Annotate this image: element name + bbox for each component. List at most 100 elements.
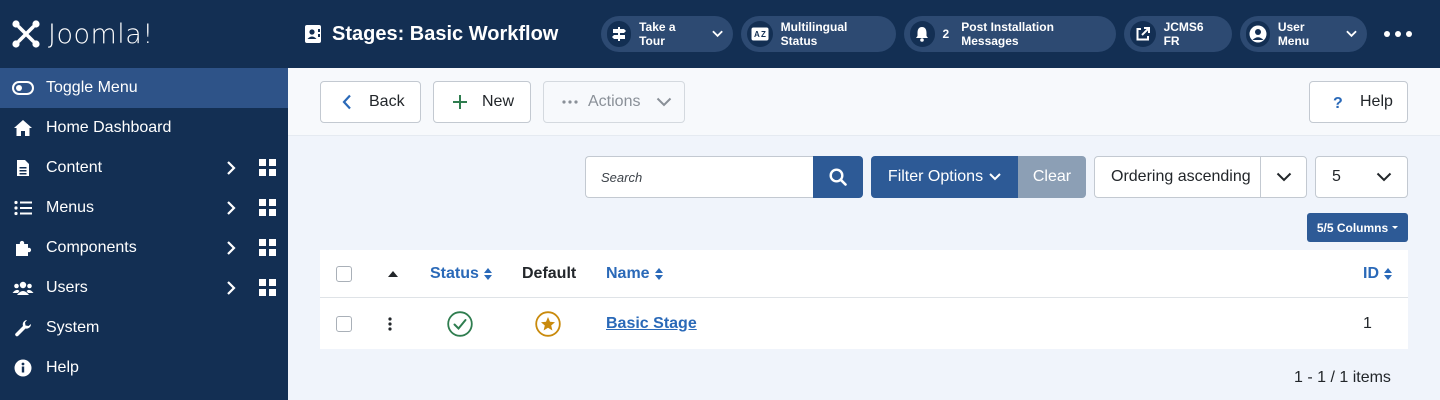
sort-status-link[interactable]: Status [430, 265, 493, 283]
chevron-down-icon [1276, 172, 1291, 182]
top-header: Joomla! Stages: Basic Workflow Take a To… [0, 0, 1440, 68]
site-link-button[interactable]: JCMS6 FR [1124, 16, 1232, 52]
chevron-down-icon [712, 30, 723, 38]
actions-dropdown[interactable]: Actions [543, 81, 685, 123]
svg-text:?: ? [1333, 95, 1343, 110]
stages-table: Status Default Name ID Basic Stage 1 [320, 250, 1408, 349]
chevron-right-icon[interactable] [226, 201, 236, 215]
take-tour-button[interactable]: Take a Tour [601, 16, 733, 52]
chevron-right-icon[interactable] [226, 281, 236, 295]
ordering-sort-cell [387, 250, 399, 297]
dashboard-grid-icon[interactable] [259, 239, 276, 256]
row-checkbox-cell [336, 298, 352, 349]
name-header-cell: Name [606, 250, 664, 297]
sidebar-item-label: Help [46, 359, 79, 376]
sort-id-link[interactable]: ID [1363, 265, 1393, 283]
question-icon: ? [1328, 92, 1348, 112]
pagination-info: 1 - 1 / 1 items [1294, 369, 1391, 386]
stage-id: 1 [1363, 314, 1372, 332]
sidebar-item-users[interactable]: Users [0, 268, 288, 308]
page-header: Stages: Basic Workflow [304, 0, 558, 68]
search-button[interactable] [813, 156, 863, 198]
puzzle-icon [12, 238, 34, 258]
clear-label: Clear [1032, 168, 1072, 185]
toolbar: Back New Actions ? Help [288, 68, 1440, 136]
sidebar-item-label: Users [46, 279, 88, 296]
drag-handle-icon[interactable] [388, 316, 392, 331]
status-cell [447, 298, 473, 349]
row-checkbox[interactable] [336, 315, 352, 332]
search-input[interactable] [585, 156, 814, 198]
back-label: Back [369, 93, 405, 110]
id-cell: 1 [1363, 298, 1372, 349]
actions-label: Actions [588, 93, 641, 110]
columns-toggle-button[interactable]: 5/5 Columns [1307, 213, 1408, 242]
sort-name-link[interactable]: Name [606, 265, 664, 283]
dashboard-grid-icon[interactable] [259, 279, 276, 296]
home-icon [12, 118, 34, 138]
chevron-down-icon [1376, 172, 1392, 182]
chevron-right-icon[interactable] [226, 161, 236, 175]
stage-name-link[interactable]: Basic Stage [606, 315, 697, 333]
take-tour-label: Take a Tour [639, 20, 676, 48]
signpost-icon [607, 21, 632, 47]
published-check-icon[interactable] [447, 310, 473, 337]
external-link-icon [1130, 21, 1156, 47]
sort-up-icon[interactable] [387, 270, 399, 278]
language-icon: AZ [747, 21, 773, 47]
filter-options-button[interactable]: Filter Options [871, 156, 1018, 198]
sidebar-item-components[interactable]: Components [0, 228, 288, 268]
search-icon [829, 168, 847, 186]
multilingual-status-button[interactable]: AZ Multilingual Status [741, 16, 896, 52]
page-title: Stages: Basic Workflow [332, 22, 559, 45]
chevron-right-icon[interactable] [226, 241, 236, 255]
post-installation-label: Post Installation Messages [961, 20, 1054, 48]
bell-icon [910, 21, 935, 47]
post-installation-messages-button[interactable]: 2 Post Installation Messages [904, 16, 1116, 52]
id-header-cell: ID [1363, 250, 1393, 297]
default-header-cell: Default [522, 250, 576, 297]
brand[interactable]: Joomla! [0, 0, 288, 68]
select-all-checkbox[interactable] [336, 265, 352, 282]
more-options-icon[interactable] [1384, 24, 1412, 44]
name-cell: Basic Stage [606, 298, 697, 349]
name-header-label: Name [606, 264, 650, 282]
drag-handle-cell [388, 298, 392, 349]
wrench-icon [12, 318, 34, 338]
list-icon [12, 198, 34, 218]
sidebar-item-home-dashboard[interactable]: Home Dashboard [0, 108, 288, 148]
plus-icon [450, 92, 470, 112]
sort-icon [483, 267, 492, 280]
sidebar-item-menus[interactable]: Menus [0, 188, 288, 228]
help-label: Help [1360, 93, 1393, 110]
sidebar-item-help[interactable]: Help [0, 348, 288, 388]
sidebar-item-content[interactable]: Content [0, 148, 288, 188]
sidebar-item-system[interactable]: System [0, 308, 288, 348]
chevron-left-icon [337, 92, 357, 112]
user-menu-button[interactable]: User Menu [1240, 16, 1367, 52]
help-button[interactable]: ? Help [1309, 81, 1408, 123]
clear-button[interactable]: Clear [1018, 156, 1086, 198]
chevron-down-icon [989, 173, 1001, 181]
ellipsis-icon [560, 92, 580, 112]
chevron-down-icon [656, 97, 672, 107]
list-limit-select[interactable]: 5 [1315, 156, 1408, 198]
dashboard-grid-icon[interactable] [259, 159, 276, 176]
default-header-label: Default [522, 264, 577, 282]
sort-icon [1384, 267, 1392, 280]
joomla-logo-icon [12, 20, 40, 48]
sidebar-item-label: Menus [46, 199, 95, 216]
columns-label: 5/5 Columns [1316, 220, 1389, 235]
new-button[interactable]: New [433, 81, 531, 123]
back-button[interactable]: Back [320, 81, 421, 123]
sidebar-item-toggle-menu[interactable]: Toggle Menu [0, 68, 288, 108]
file-icon [12, 158, 34, 178]
caret-down-icon [1392, 226, 1399, 229]
dashboard-grid-icon[interactable] [259, 199, 276, 216]
svg-text:A: A [754, 30, 760, 39]
sidebar-item-label: Content [46, 159, 103, 176]
ordering-select[interactable]: Ordering ascending [1094, 156, 1307, 198]
sidebar-item-label: System [46, 319, 100, 336]
toggle-icon [12, 78, 34, 98]
default-star-icon[interactable] [535, 310, 561, 337]
